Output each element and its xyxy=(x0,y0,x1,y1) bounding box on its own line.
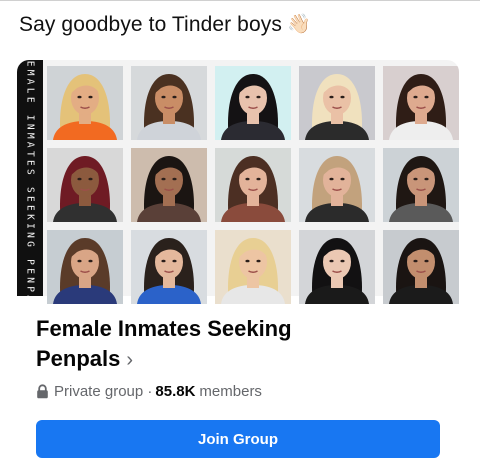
cover-photo-3 xyxy=(215,66,291,140)
portrait-photo-icon xyxy=(299,148,375,222)
cover-side-strip: FEMALE INMATES SEEKING PENPA xyxy=(17,60,43,296)
cover-photo-12 xyxy=(131,230,207,304)
cover-photo-11 xyxy=(47,230,123,304)
post-text: Say goodbye to Tinder boys 👋🏻 xyxy=(19,12,311,37)
portrait-photo-icon xyxy=(299,66,375,140)
members-label: members xyxy=(199,383,262,400)
chevron-right-icon: › xyxy=(126,349,134,371)
portrait-photo-icon xyxy=(47,66,123,140)
post-caption: Say goodbye to Tinder boys xyxy=(19,13,282,36)
cover-photo-8 xyxy=(215,148,291,222)
cover-photo-7 xyxy=(131,148,207,222)
portrait-photo-icon xyxy=(383,230,459,304)
cover-photo-grid xyxy=(47,66,459,304)
cover-photo-9 xyxy=(299,148,375,222)
group-cover-image[interactable]: FEMALE INMATES SEEKING PENPA xyxy=(17,60,459,304)
portrait-photo-icon xyxy=(47,148,123,222)
top-divider xyxy=(0,0,480,1)
cover-photo-13 xyxy=(215,230,291,304)
cover-photo-6 xyxy=(47,148,123,222)
portrait-photo-icon xyxy=(215,230,291,304)
portrait-photo-icon xyxy=(215,66,291,140)
portrait-photo-icon xyxy=(383,148,459,222)
cover-photo-4 xyxy=(299,66,375,140)
cover-photo-10 xyxy=(383,148,459,222)
cover-photo-15 xyxy=(383,230,459,304)
waving-hand-emoji: 👋🏻 xyxy=(286,14,311,35)
portrait-photo-icon xyxy=(383,66,459,140)
join-group-label: Join Group xyxy=(198,430,278,448)
group-card[interactable]: FEMALE INMATES SEEKING PENPA Female Inma… xyxy=(17,60,459,464)
cover-photo-2 xyxy=(131,66,207,140)
privacy-label: Private group · xyxy=(54,383,153,400)
join-group-button[interactable]: Join Group xyxy=(36,420,440,458)
portrait-photo-icon xyxy=(131,66,207,140)
portrait-photo-icon xyxy=(131,148,207,222)
cover-strip-text: FEMALE INMATES SEEKING PENPA xyxy=(24,60,36,296)
group-title: Female Inmates Seeking Penpals xyxy=(36,316,292,371)
cover-photo-5 xyxy=(383,66,459,140)
lock-icon xyxy=(37,384,48,399)
cover-photo-1 xyxy=(47,66,123,140)
portrait-photo-icon xyxy=(47,230,123,304)
group-title-link[interactable]: Female Inmates Seeking Penpals › xyxy=(36,314,376,375)
portrait-photo-icon xyxy=(299,230,375,304)
group-meta: Private group · 85.8K members xyxy=(36,383,262,400)
member-count: 85.8K xyxy=(155,383,196,400)
cover-photo-14 xyxy=(299,230,375,304)
portrait-photo-icon xyxy=(131,230,207,304)
portrait-photo-icon xyxy=(215,148,291,222)
